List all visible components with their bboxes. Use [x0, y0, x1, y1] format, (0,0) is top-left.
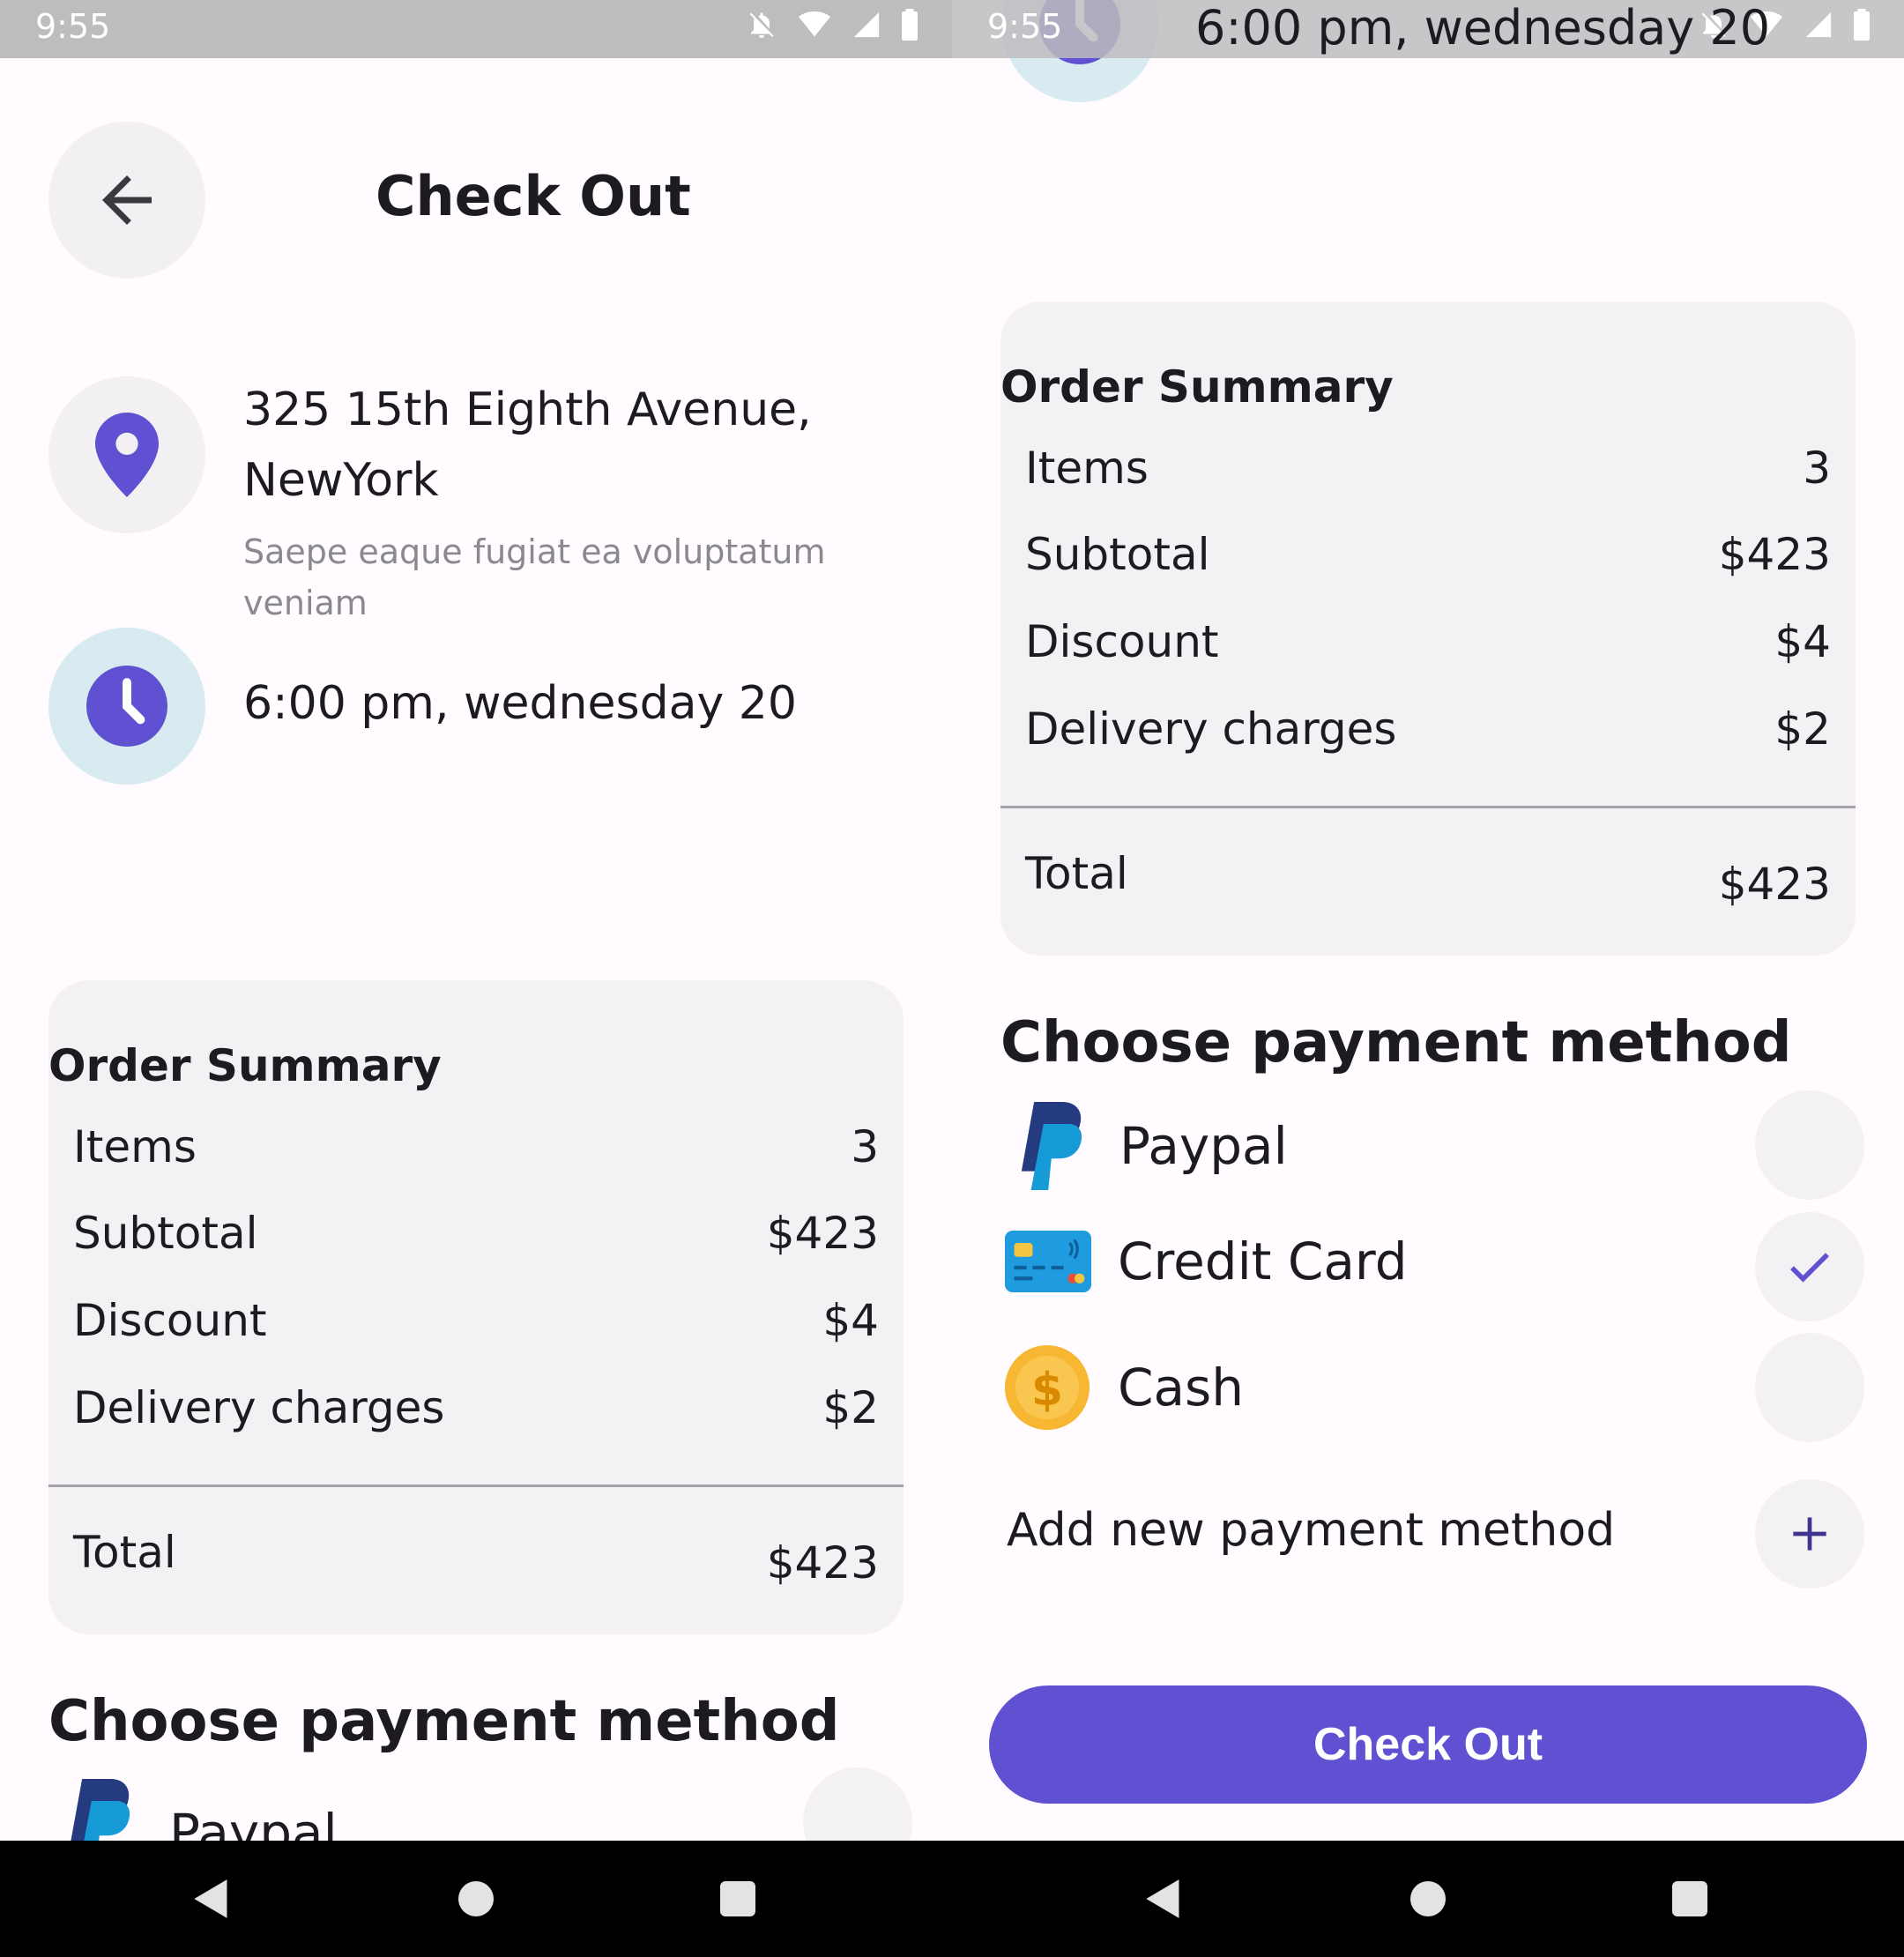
payment-radio-paypal[interactable]: [1755, 1090, 1864, 1200]
payment-option-cash[interactable]: $ Cash: [1005, 1345, 1244, 1430]
summary-row-subtotal: Subtotal $423: [1025, 529, 1831, 580]
clock-icon: [86, 666, 167, 747]
total-value: $423: [1718, 859, 1831, 910]
row-label: Discount: [1025, 616, 1219, 667]
summary-row-delivery: Delivery charges $2: [73, 1382, 879, 1433]
row-value: $423: [1718, 529, 1831, 580]
status-icons: [746, 9, 919, 41]
summary-divider: [1000, 806, 1856, 808]
nav-home-icon[interactable]: [1409, 1878, 1447, 1920]
status-bar: 9:55: [0, 0, 952, 58]
summary-row-total: Total $423: [1025, 848, 1831, 910]
total-label: Total: [1025, 848, 1128, 899]
location-badge: [48, 376, 205, 533]
order-summary-title: Order Summary: [1000, 361, 1394, 413]
page-title: Check Out: [376, 164, 691, 228]
summary-row-items: Items 3: [73, 1121, 879, 1172]
summary-row-delivery: Delivery charges $2: [1025, 703, 1831, 755]
location-pin-icon: [95, 413, 159, 497]
summary-row-total: Total $423: [73, 1527, 879, 1589]
arrow-back-icon: [102, 175, 152, 225]
address-line1: 325 15th Eighth Avenue,: [243, 383, 812, 436]
payment-radio-cash[interactable]: [1755, 1333, 1864, 1442]
signal-icon: [1805, 11, 1832, 38]
battery-icon: [1854, 9, 1870, 41]
check-icon: [1790, 1253, 1829, 1283]
row-label: Delivery charges: [73, 1382, 445, 1433]
row-label: Subtotal: [73, 1208, 258, 1259]
payment-radio-credit-card[interactable]: [1755, 1212, 1864, 1321]
row-label: Items: [1025, 443, 1149, 494]
plus-icon: [1793, 1517, 1826, 1551]
checkout-screen-top: 9:55 Check Out 325 15th Eighth Avenue, N…: [0, 0, 952, 1957]
payment-option-label: Credit Card: [1118, 1231, 1408, 1291]
wifi-icon: [799, 11, 830, 37]
row-label: Discount: [73, 1295, 267, 1346]
row-label: Items: [73, 1121, 197, 1172]
payment-method-title: Choose payment method: [1000, 1010, 1792, 1075]
row-value: $2: [822, 1382, 879, 1433]
cash-coin-icon: $: [1005, 1345, 1090, 1430]
order-summary-title: Order Summary: [48, 1040, 442, 1091]
payment-method-title: Choose payment method: [48, 1689, 840, 1754]
order-summary-card: Order Summary Items 3 Subtotal $423 Discou…: [1000, 301, 1856, 956]
order-summary-card: Order Summary Items 3 Subtotal $423 Discou…: [48, 980, 904, 1634]
summary-row-discount: Discount $4: [73, 1295, 879, 1346]
svg-text:$: $: [1031, 1364, 1063, 1417]
checkout-button[interactable]: Check Out: [989, 1685, 1867, 1804]
paypal-icon: [1021, 1102, 1082, 1190]
row-value: $4: [1774, 616, 1831, 667]
nav-back-icon[interactable]: [192, 1878, 231, 1920]
row-label: Delivery charges: [1025, 703, 1397, 755]
row-value: 3: [851, 1121, 879, 1172]
total-label: Total: [73, 1527, 176, 1578]
payment-option-label: Paypal: [1119, 1116, 1288, 1176]
nav-recents-icon[interactable]: [1670, 1878, 1709, 1920]
delivery-time: 6:00 pm, wednesday 20: [243, 677, 797, 730]
add-payment-method-label[interactable]: Add new payment method: [1007, 1504, 1615, 1557]
nav-home-icon[interactable]: [457, 1878, 495, 1920]
summary-row-items: Items 3: [1025, 443, 1831, 494]
row-value: $423: [766, 1208, 879, 1259]
payment-option-credit-card[interactable]: Credit Card: [1005, 1231, 1408, 1292]
row-label: Subtotal: [1025, 529, 1210, 580]
address-note: Saepe eaque fugiat ea voluptatum veniam: [243, 532, 826, 622]
total-value: $423: [766, 1537, 879, 1589]
summary-divider: [48, 1484, 904, 1487]
status-time: 9:55: [987, 7, 1063, 46]
row-value: $4: [822, 1295, 879, 1346]
signal-icon: [853, 11, 880, 38]
status-time: 9:55: [35, 7, 111, 46]
row-value: $2: [1774, 703, 1831, 755]
delivery-time-scrolled: 6:00 pm, wednesday 20: [1195, 0, 1771, 56]
credit-card-icon: [1005, 1231, 1091, 1292]
row-value: 3: [1803, 443, 1831, 494]
payment-option-paypal[interactable]: Paypal: [1012, 1102, 1288, 1190]
navigation-bar: [952, 1841, 1904, 1957]
add-payment-method-button[interactable]: [1755, 1479, 1864, 1589]
address-line2: NewYork: [243, 454, 439, 507]
checkout-screen-scrolled: 9:55 6:00 pm, wednesday 20 Order Summary…: [952, 0, 1904, 1957]
navigation-bar: [0, 1841, 952, 1957]
nav-recents-icon[interactable]: [718, 1878, 757, 1920]
summary-row-subtotal: Subtotal $423: [73, 1208, 879, 1259]
nav-back-icon[interactable]: [1144, 1878, 1183, 1920]
mute-notifications-icon: [749, 12, 774, 38]
payment-option-label: Cash: [1118, 1358, 1245, 1418]
back-button[interactable]: [48, 122, 205, 279]
summary-row-discount: Discount $4: [1025, 616, 1831, 667]
battery-icon: [902, 9, 918, 41]
clock-badge: [48, 628, 205, 785]
